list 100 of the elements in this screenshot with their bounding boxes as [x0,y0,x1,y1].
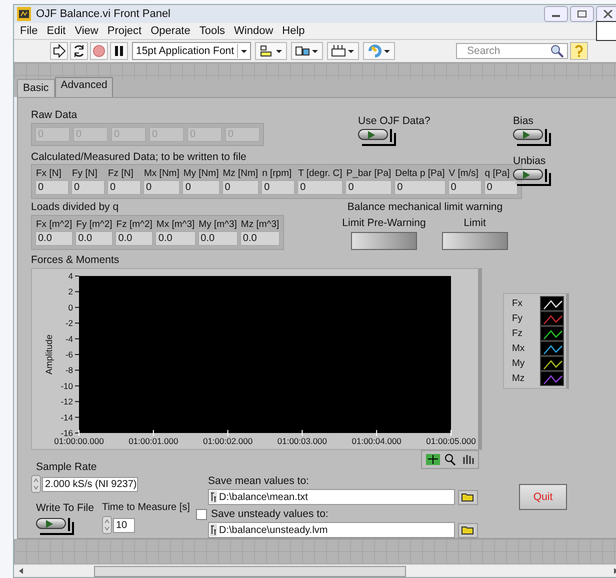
legend-label: Fy [512,313,523,324]
numeric-field[interactable]: 0 [182,180,220,195]
x-tick [152,430,154,436]
column-label: q [Pa] [484,168,511,180]
path-icon [210,491,217,503]
column-label: T [degr. C] [297,168,344,180]
numeric-field[interactable]: 0 [261,180,296,195]
numeric-field[interactable]: 0.0 [155,231,196,246]
vi-icon [596,21,616,41]
checkbox[interactable] [196,508,207,520]
y-tick-label: -14 [60,412,73,422]
font-dropdown[interactable]: 15pt Application Font [132,42,252,60]
y-tick [74,370,80,371]
numeric-field[interactable]: 0 [297,180,344,195]
numeric-field[interactable]: 0 [143,180,180,195]
tab[interactable]: Advanced [54,77,114,97]
toggle-label: Bias [513,115,534,127]
spinner-icon[interactable] [102,516,112,534]
y-tick-label: -8 [65,365,73,376]
numeric-field[interactable]: 0 [71,180,105,195]
numeric-field[interactable]: 0 [107,180,141,195]
path-icon [210,524,217,536]
graph-palette[interactable] [421,450,479,469]
pause-icon[interactable] [110,42,128,60]
x-tick-label: 01:00:04.000 [352,436,402,446]
x-tick [227,430,228,436]
numeric-field[interactable]: 10 [112,518,135,532]
menu-item[interactable]: File [20,25,38,37]
path-field[interactable]: D:\balance\mean.txt [208,489,455,505]
minimize-button[interactable] [544,6,568,22]
x-tick [450,430,452,436]
column-label: V [m/s] [448,168,480,180]
y-tick [74,338,80,340]
indicator-label: Limit [464,217,486,229]
numeric-field[interactable]: 0 [394,180,446,195]
numeric-field[interactable]: 0 [35,180,69,195]
toggle-label: Write To File [36,502,94,514]
y-tick [74,401,80,402]
numeric-field[interactable]: 0.0 [115,231,154,246]
legend-label: Fx [512,298,523,309]
path-field[interactable]: D:\balance\unsteady.lvm [208,522,455,538]
close-icon [603,10,613,18]
menu-item[interactable]: Tools [199,25,226,37]
folder-icon[interactable] [458,490,478,504]
line-sample-icon [540,311,564,326]
maximize-button[interactable] [570,6,594,22]
save-unsteady-label: Save unsteady values to: [211,508,328,520]
menu-item[interactable]: View [74,25,98,37]
y-tick-label: -10 [60,380,73,391]
numeric-field[interactable]: 0.0 [75,231,114,246]
line-sample-icon [540,356,564,371]
close-button[interactable] [596,6,616,22]
x-tick [302,430,303,436]
menu-item[interactable]: Project [107,25,142,37]
left-arrow-icon[interactable] [18,567,24,575]
x-tick-label: 01:00:03.000 [277,436,328,446]
column-label: Mx [Nm] [143,168,180,180]
spinner-icon[interactable] [31,475,41,493]
numeric-field[interactable]: 0.0 [198,231,238,246]
numeric-field[interactable]: 0 [448,180,482,195]
tab[interactable]: Basic [17,79,55,97]
raw-data-label: Raw Data [31,109,78,121]
menu-item[interactable]: Window [234,25,274,37]
column-label: n [rpm] [261,168,293,180]
y-tick [74,432,80,434]
column-label: Fy [N] [71,168,98,180]
y-tick-label: -4 [65,334,73,344]
run-continuously-icon[interactable] [70,42,88,60]
align-icon[interactable] [255,42,288,60]
maximize-icon [577,10,587,18]
x-tick [376,430,378,436]
column-label: Fx [N] [35,168,62,180]
search-field[interactable]: Search [456,43,568,59]
y-axis-label: Amplitude [44,334,54,375]
numeric-field[interactable]: 0 [222,180,260,195]
numeric-field[interactable]: 0.0 [35,231,74,246]
horizontal-scrollbar[interactable] [14,564,616,577]
column-label: Mz [Nm] [222,168,260,180]
distribute-icon[interactable] [291,42,324,60]
menu-item[interactable]: Edit [46,25,66,37]
sample-rate-field[interactable]: 2.000 kS/s (NI 9237) [42,476,138,492]
menu-item[interactable]: Help [282,25,305,37]
y-tick-label: -16 [60,428,73,438]
sample-rate-label: Sample Rate [36,461,98,473]
column-label: Delta p [Pa] [394,168,446,180]
loads-label: Loads divided by q [31,201,119,213]
graph-title: Forces & Moments [31,254,120,266]
y-tick [74,385,80,386]
x-tick [78,430,80,436]
line-sample-icon [540,296,564,311]
resize-icon[interactable] [327,42,360,60]
numeric-field[interactable]: 0 [484,180,518,195]
app-icon [17,7,31,21]
numeric-field[interactable]: 0.0 [240,231,280,246]
x-tick-label: 01:00:05.000 [426,436,476,446]
x-tick-label: 01:00:01.000 [128,436,178,446]
menu-item[interactable]: Operate [150,25,190,37]
folder-icon[interactable] [458,522,478,538]
window-title: OJF Balance.vi Front Panel [36,8,171,20]
numeric-field[interactable]: 0 [345,180,392,195]
